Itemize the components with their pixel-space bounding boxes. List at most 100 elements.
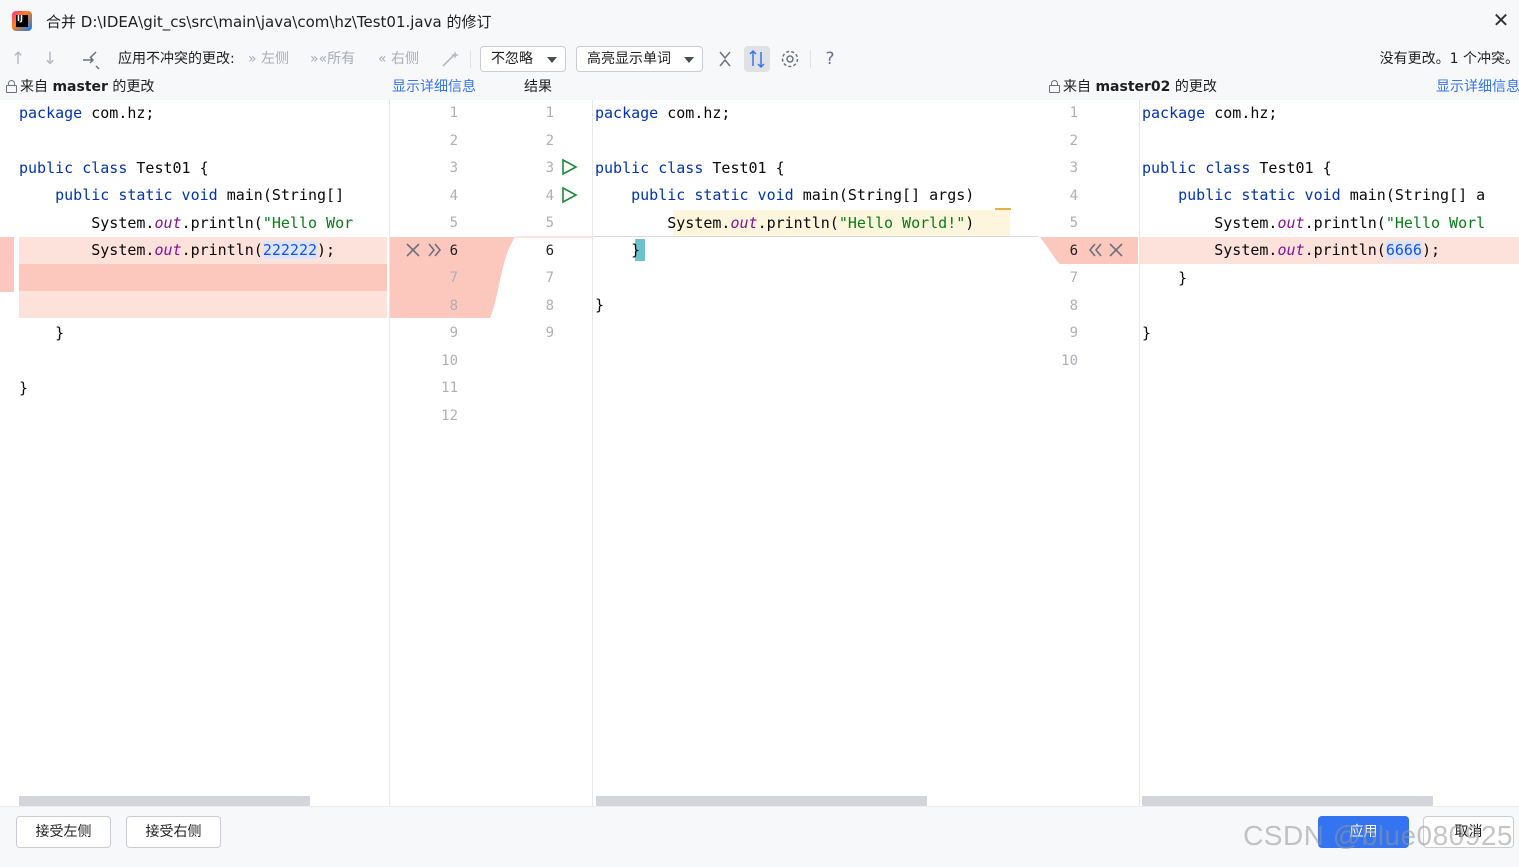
left-center-gutter: 1 2 3 4 5 6 7 8 9 10 11 12 1 2 3 4 5 6 7… — [390, 100, 592, 806]
highlight-words-dropdown[interactable]: 高亮显示单词 — [576, 46, 703, 72]
accept-left-button[interactable]: 接受左侧 — [16, 816, 111, 848]
line-number: 8 — [545, 297, 554, 314]
double-chevron-left-icon: « — [378, 51, 392, 67]
conflict-highlight — [19, 264, 387, 291]
line-number: 5 — [1069, 215, 1078, 231]
accept-right-button[interactable]: 接受右侧 — [126, 816, 221, 848]
right-header-suffix: 的更改 — [1170, 79, 1217, 95]
apply-left-label: 左侧 — [261, 51, 290, 67]
center-panel-header: 结果 — [519, 76, 1047, 100]
result-horizontal-scrollbar[interactable] — [596, 796, 927, 806]
left-editor[interactable]: package com.hz; public class Test01 { pu… — [0, 100, 389, 806]
close-icon[interactable]: ✕ — [1491, 10, 1511, 30]
previous-difference-icon[interactable]: ↑ — [7, 48, 29, 70]
line-number: 1 — [449, 105, 458, 121]
code-line: package com.hz; — [1142, 104, 1278, 122]
code-line: package com.hz; — [595, 104, 731, 122]
code-line: } — [595, 296, 605, 314]
line-number: 5 — [449, 215, 458, 231]
left-header-suffix: 的更改 — [107, 79, 155, 95]
code-line: System.out.println("Hello Worl — [1214, 214, 1486, 232]
conflict-marker — [0, 237, 14, 292]
right-branch-name: master02 — [1095, 79, 1171, 95]
apply-right-label: 右侧 — [391, 51, 420, 67]
apply-nonconflicting-label: 应用不冲突的更改: — [118, 51, 235, 67]
highlight-dropdown-value: 高亮显示单词 — [587, 51, 671, 67]
left-show-details-link[interactable]: 显示详细信息 — [392, 76, 476, 98]
sync-scroll-toggle[interactable] — [744, 46, 770, 72]
run-class-icon[interactable] — [560, 158, 578, 180]
conflict-highlight — [19, 291, 387, 318]
line-number: 1 — [545, 105, 554, 121]
line-number: 3 — [449, 160, 458, 176]
line-number: 8 — [1069, 297, 1078, 314]
help-icon[interactable]: ? — [819, 48, 841, 70]
apply-all-button[interactable]: »«所有 — [310, 42, 355, 76]
code-line: package com.hz; — [19, 104, 155, 122]
code-line: public class Test01 { — [595, 159, 785, 177]
apply-left-button[interactable]: » 左侧 — [248, 42, 289, 76]
ignore-right-change-icon[interactable] — [1107, 241, 1125, 263]
code-line: } — [19, 379, 29, 397]
apply-arrows-icon[interactable] — [80, 48, 102, 70]
right-horizontal-scrollbar[interactable] — [1142, 796, 1433, 806]
settings-gear-icon[interactable] — [779, 48, 801, 70]
code-line: public class Test01 { — [1142, 159, 1332, 177]
collapse-unchanged-icon[interactable] — [714, 48, 736, 70]
toolbar-separator — [810, 50, 811, 68]
line-number: 2 — [1069, 132, 1078, 149]
run-main-icon[interactable] — [560, 186, 578, 208]
right-show-details-link[interactable]: 显示详细信息 — [1436, 76, 1519, 98]
left-horizontal-scrollbar[interactable] — [19, 796, 310, 806]
lock-icon — [1049, 80, 1060, 93]
line-number: 8 — [449, 297, 458, 314]
ignore-left-change-icon[interactable] — [404, 241, 422, 263]
line-number: 7 — [545, 270, 554, 286]
code-line: public static void main(String[] a — [1178, 186, 1486, 204]
line-number: 9 — [1069, 325, 1078, 341]
double-chevron-right-icon: » — [248, 51, 262, 67]
line-number: 12 — [441, 407, 458, 424]
right-center-gutter: 1 2 3 4 5 6 7 8 9 10 — [1010, 100, 1138, 806]
code-line: } — [55, 324, 65, 342]
next-difference-icon[interactable]: ↓ — [39, 48, 61, 70]
csdn-watermark: CSDN @blue080925 — [1243, 820, 1513, 851]
apply-all-label: 所有 — [327, 51, 356, 67]
code-line-conflict: System.out.println(6666); — [1214, 241, 1441, 259]
intellij-logo-icon: IJ — [12, 11, 32, 31]
code-line-conflict: System.out.println(222222); — [91, 241, 336, 259]
warning-underline — [995, 208, 1011, 210]
line-number: 9 — [449, 325, 458, 341]
accept-right-change-icon[interactable] — [1086, 241, 1104, 263]
line-number: 6 — [1069, 242, 1078, 259]
code-line: public static void main(String[] args) — [631, 186, 975, 204]
line-number: 10 — [441, 352, 458, 369]
line-number: 4 — [1069, 187, 1078, 204]
ignore-whitespace-dropdown[interactable]: 不忽略 — [480, 46, 566, 72]
line-number: 3 — [1069, 160, 1078, 176]
left-header-prefix: 来自 — [20, 79, 53, 95]
code-line: } — [1142, 324, 1152, 342]
right-editor[interactable]: package com.hz; public class Test01 { pu… — [1140, 100, 1519, 806]
line-number: 1 — [1069, 105, 1078, 121]
double-chevron-both-icon: »« — [310, 51, 328, 67]
line-number: 2 — [449, 132, 458, 149]
result-header: 结果 — [524, 79, 552, 95]
code-line: } — [631, 241, 641, 259]
right-header-prefix: 来自 — [1063, 79, 1096, 95]
code-line: System.out.println("Hello Wor — [91, 214, 354, 232]
magic-resolve-icon[interactable] — [439, 48, 461, 70]
apply-right-button[interactable]: « 右侧 — [378, 42, 419, 76]
line-number: 7 — [1069, 270, 1078, 286]
line-number: 7 — [449, 270, 458, 286]
line-number: 11 — [441, 380, 458, 396]
code-line: System.out.println("Hello World!") — [667, 214, 975, 232]
lock-icon — [6, 80, 17, 93]
line-number: 6 — [545, 242, 554, 259]
result-editor[interactable]: package com.hz; public class Test01 { pu… — [593, 100, 1038, 806]
title-bar: IJ 合并 D:\IDEA\git_cs\src\main\java\com\h… — [0, 0, 1519, 42]
chevron-down-icon — [547, 57, 557, 63]
accept-left-change-icon[interactable] — [426, 241, 444, 263]
code-line: public static void main(String[] — [55, 186, 345, 204]
toolbar-separator — [470, 50, 471, 68]
